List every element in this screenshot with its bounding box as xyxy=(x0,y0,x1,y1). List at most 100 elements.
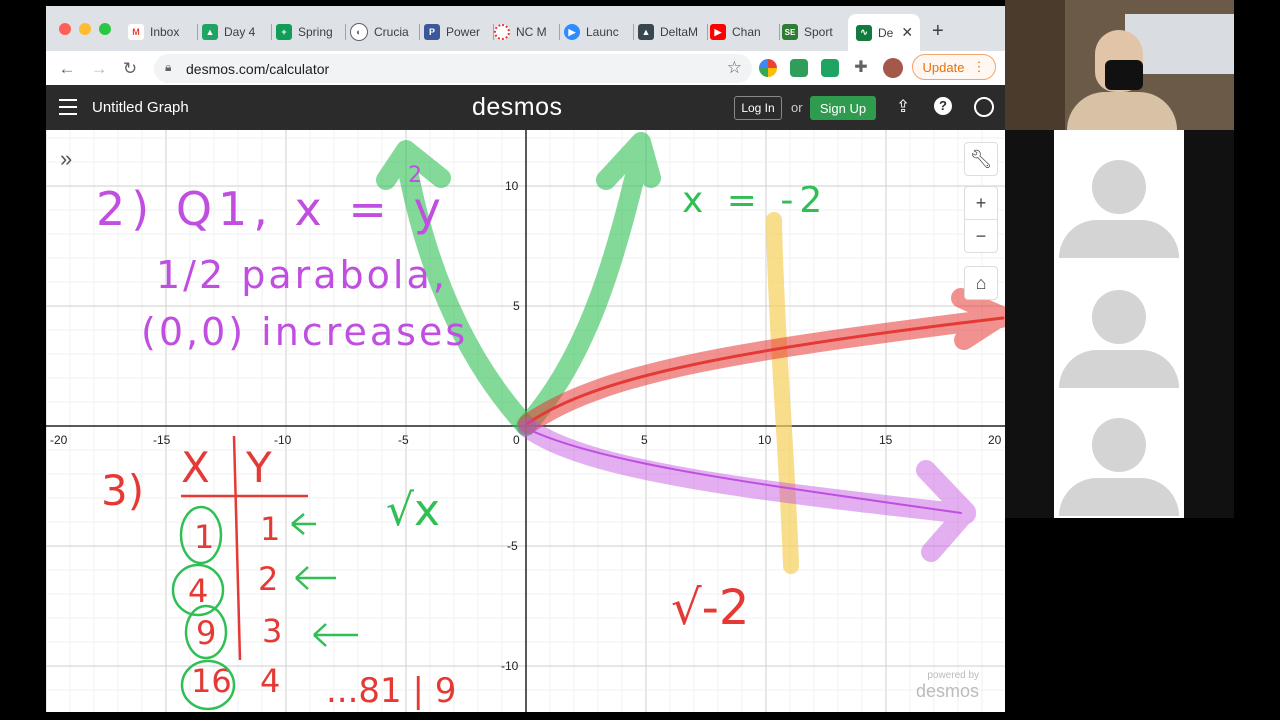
x-tick-label: -10 xyxy=(274,433,292,447)
tab-day4[interactable]: ▲ Day 4 xyxy=(202,16,272,48)
desmos-logo: desmos xyxy=(472,93,563,121)
note-q3-label: 3) xyxy=(101,466,144,515)
x-tick-label: 20 xyxy=(988,433,1002,447)
forward-icon[interactable]: → xyxy=(88,58,110,80)
extension-tray-icon[interactable] xyxy=(790,59,808,77)
avatar-body-icon xyxy=(1059,350,1179,388)
note-table-y: Y xyxy=(245,443,272,492)
close-tab-icon[interactable]: ✕ xyxy=(901,24,913,41)
url-field[interactable]: 🔒︎ desmos.com/calculator ☆ xyxy=(154,54,752,83)
login-button[interactable]: Log In xyxy=(734,96,782,120)
google-drive-icon: ▲ xyxy=(202,24,218,40)
gmail-icon: M xyxy=(128,24,144,40)
tab-spring[interactable]: + Spring xyxy=(276,16,346,48)
youtube-icon: ▶ xyxy=(710,24,726,40)
note-table-y1: 1 xyxy=(260,510,280,548)
handwritten-notes: 2) Q1, x = y 2 1/2 parabola, (0,0) incre… xyxy=(96,163,822,711)
participant-tile[interactable] xyxy=(1054,388,1184,518)
globe-icon[interactable] xyxy=(974,97,994,117)
close-window-button[interactable] xyxy=(59,23,71,35)
avatar[interactable] xyxy=(883,58,903,78)
y-tick-label: -5 xyxy=(507,539,518,553)
lock-icon: 🔒︎ xyxy=(165,60,172,74)
tab-label: De xyxy=(878,25,894,40)
note-table-x3: 9 xyxy=(196,614,216,652)
new-tab-button[interactable]: + xyxy=(932,20,944,43)
browser-window: M Inbox ▲ Day 4 + Spring ◐ Crucia P Powe… xyxy=(46,6,1005,712)
participant-list xyxy=(1054,130,1184,518)
x-tick-label: 15 xyxy=(879,433,893,447)
participant-tile[interactable] xyxy=(1054,130,1184,260)
mortarboard-icon: ▲ xyxy=(638,24,654,40)
wrench-settings-icon[interactable]: 🔧︎ xyxy=(964,142,998,176)
kebab-menu-icon: ⋮ xyxy=(972,59,986,74)
video-gutter xyxy=(1005,130,1054,518)
back-icon[interactable]: ← xyxy=(56,58,78,80)
note-sqrt-x: √x xyxy=(386,485,440,536)
extensions-puzzle-icon[interactable]: ✚ xyxy=(852,59,870,77)
tab-channel[interactable]: ▶ Chan xyxy=(710,16,780,48)
x-tick-label: 0 xyxy=(513,433,520,447)
minimize-window-button[interactable] xyxy=(79,23,91,35)
tab-label: Launc xyxy=(586,25,619,39)
share-icon[interactable]: ⇪ xyxy=(896,97,910,117)
yellow-vertical-stroke xyxy=(766,212,799,574)
note-table-y2: 2 xyxy=(258,560,278,598)
hamburger-menu-icon[interactable] xyxy=(59,99,77,115)
tab-nc-math[interactable]: NC M xyxy=(494,16,560,48)
note-table-x2: 4 xyxy=(188,572,208,610)
tab-desmos-active[interactable]: ∿ De ✕ xyxy=(848,14,920,51)
note-q2-line3: (0,0) increases xyxy=(141,310,468,354)
ring-icon xyxy=(494,24,510,40)
avatar-head-icon xyxy=(1092,160,1146,214)
expand-expressions-icon[interactable]: » xyxy=(60,146,72,172)
graph-area[interactable]: -20 -15 -10 -5 0 5 10 15 20 10 5 -5 -10 xyxy=(46,130,1005,712)
extension-bookmark-icon[interactable] xyxy=(821,59,839,77)
video-edge xyxy=(1184,130,1234,518)
signup-button[interactable]: Sign Up xyxy=(810,96,876,120)
note-table-y3: 3 xyxy=(262,612,282,650)
se-icon: SE xyxy=(782,24,798,40)
note-table-y4: 4 xyxy=(260,662,280,700)
tab-label: DeltaM xyxy=(660,25,699,39)
address-bar: ← → ↻ 🔒︎ desmos.com/calculator ☆ ✚ Updat… xyxy=(46,51,1005,85)
tab-label: Inbox xyxy=(150,25,180,39)
maximize-window-button[interactable] xyxy=(99,23,111,35)
update-button[interactable]: Update ⋮ xyxy=(912,54,996,80)
desmos-header: Untitled Graph desmos Log In or Sign Up … xyxy=(46,85,1005,130)
avatar-body-icon xyxy=(1059,478,1179,516)
tab-deltamath[interactable]: ▲ DeltaM xyxy=(638,16,708,48)
tab-bar: M Inbox ▲ Day 4 + Spring ◐ Crucia P Powe… xyxy=(46,6,1005,51)
help-icon[interactable]: ? xyxy=(934,97,952,115)
face-mask xyxy=(1105,60,1143,90)
graph-canvas[interactable]: -20 -15 -10 -5 0 5 10 15 20 10 5 -5 -10 xyxy=(46,130,1005,712)
note-q2-line2: 1/2 parabola, xyxy=(156,253,448,297)
powered-by-label: powered by xyxy=(927,670,980,681)
url-text: desmos.com/calculator xyxy=(186,61,330,77)
tab-label: Sport xyxy=(804,25,833,39)
note-table-x: X xyxy=(181,443,210,492)
avatar-head-icon xyxy=(1092,290,1146,344)
reload-icon[interactable]: ↻ xyxy=(119,58,141,80)
update-label: Update xyxy=(922,59,965,75)
tab-inbox[interactable]: M Inbox xyxy=(128,16,198,48)
extension-colorwheel-icon[interactable] xyxy=(759,59,777,77)
x-tick-label: 10 xyxy=(758,433,772,447)
tab-power[interactable]: P Power xyxy=(424,16,494,48)
table-vertical-rule xyxy=(232,435,242,661)
zoom-out-button[interactable]: − xyxy=(964,219,998,253)
arrow-row3-icon xyxy=(313,623,358,647)
graph-title[interactable]: Untitled Graph xyxy=(92,99,189,116)
note-sqrt-neg2: √-2 xyxy=(671,580,749,636)
zoom-in-button[interactable]: + xyxy=(964,186,998,220)
participant-tile[interactable] xyxy=(1054,260,1184,390)
tab-launch[interactable]: ▶ Launc xyxy=(564,16,634,48)
presenter-video xyxy=(1005,0,1234,130)
tab-crucial[interactable]: ◐ Crucia xyxy=(350,16,420,48)
home-icon[interactable]: ⌂ xyxy=(964,266,998,300)
powered-by-desmos: powered by desmos xyxy=(916,670,979,702)
or-label: or xyxy=(791,100,803,115)
powered-logo: desmos xyxy=(916,681,980,701)
bookmark-star-icon[interactable]: ☆ xyxy=(727,58,742,78)
tab-sport[interactable]: SE Sport xyxy=(782,16,848,48)
